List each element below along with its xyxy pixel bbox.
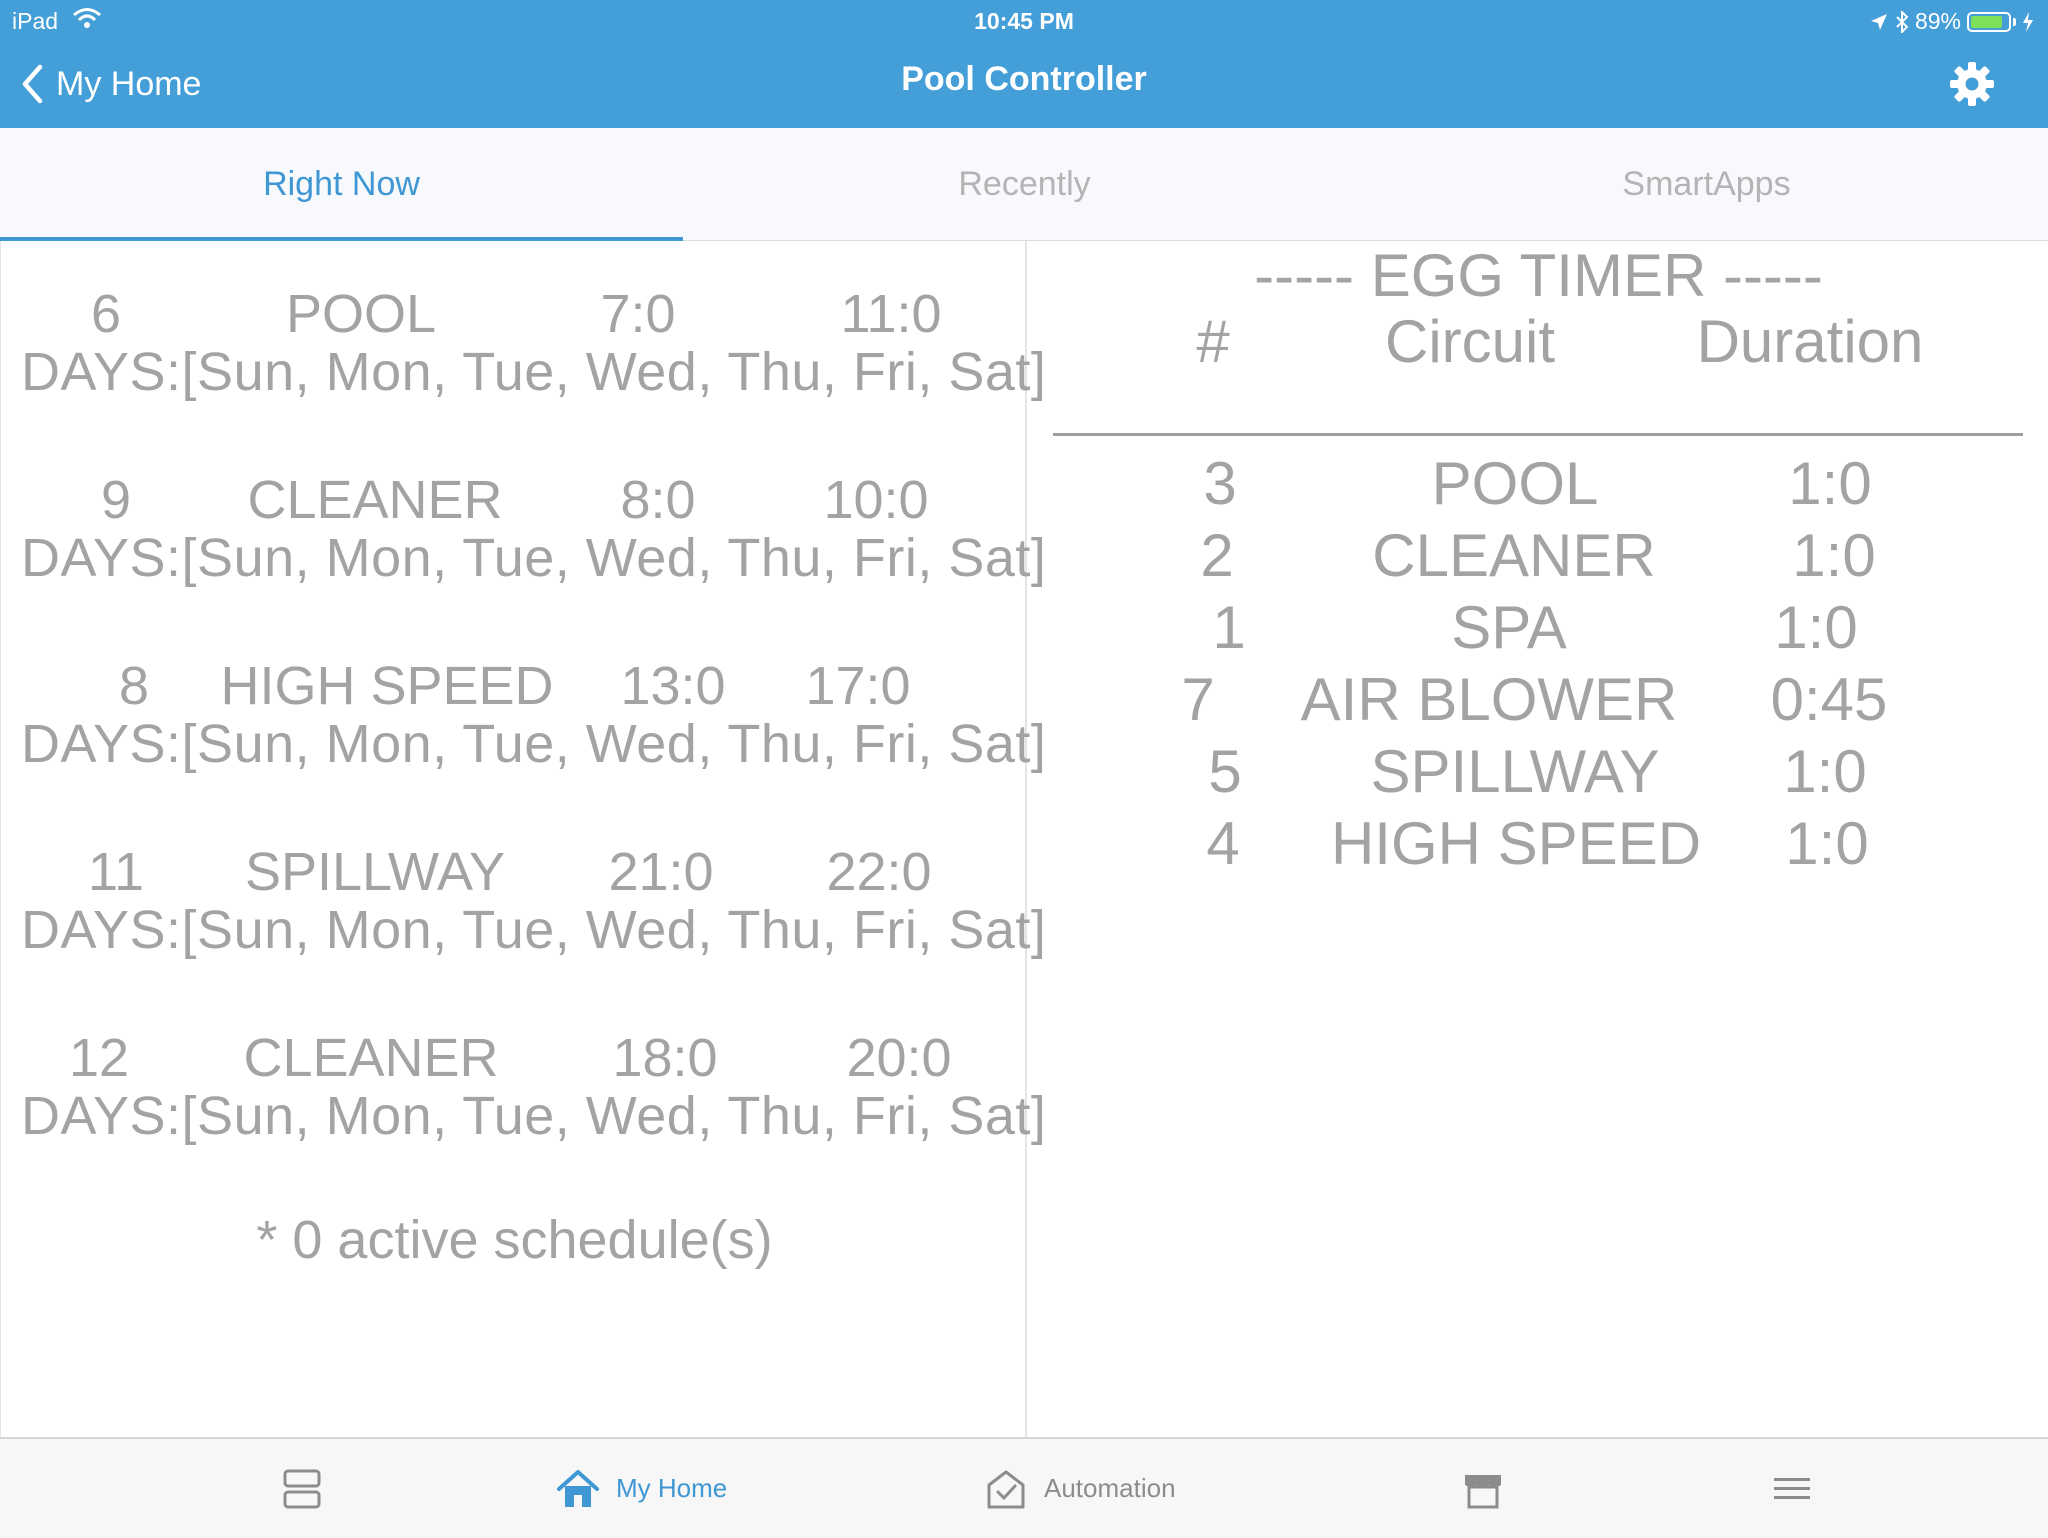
schedule-days: DAYS:[Sun, Mon, Tue, Wed, Thu, Fri, Sat] [21, 714, 1047, 774]
egg-timer-duration: 0:45 [1770, 666, 1888, 733]
schedule-end: 10:0 [823, 470, 929, 530]
schedule-entry: 8 HIGH SPEED 13:0 17:0 DAYS:[Sun, Mon, T… [1, 655, 1046, 774]
egg-timer-circuit: CLEANER [1372, 522, 1656, 589]
bottom-tab-bar: My Home Automation [0, 1437, 2048, 1538]
egg-timer-row: 2 CLEANER 1:0 [1029, 521, 2048, 593]
egg-timer-num: 1 [1212, 594, 1246, 661]
egg-timer-circuit: SPILLWAY [1370, 738, 1660, 805]
schedule-days: DAYS:[Sun, Mon, Tue, Wed, Thu, Fri, Sat] [21, 900, 1047, 960]
schedule-days: DAYS:[Sun, Mon, Tue, Wed, Thu, Fri, Sat] [21, 342, 1047, 402]
schedule-id: 8 [118, 656, 150, 716]
schedules-tile[interactable]: 6 POOL 7:0 11:0 DAYS:[Sun, Mon, Tue, Wed… [0, 241, 1046, 1437]
bottom-tab-automation[interactable]: Automation [984, 1439, 1176, 1538]
egg-timer-header-circuit: Circuit [1384, 308, 1556, 375]
navigation-bar: iPad 10:45 PM 89% My Home Pool Controlle… [0, 0, 2048, 128]
tab-recently[interactable]: Recently [683, 128, 1366, 240]
location-arrow-icon [1870, 13, 1887, 30]
schedule-start: 13:0 [620, 656, 726, 716]
page-title: Pool Controller [901, 60, 1147, 98]
battery-level-fill [1971, 15, 2002, 28]
egg-timer-divider [1053, 433, 2023, 436]
schedule-circuit: SPILLWAY [244, 842, 506, 902]
egg-timer-circuit: HIGH SPEED [1330, 810, 1702, 877]
egg-timer-row: 3 POOL 1:0 [1029, 449, 2048, 521]
battery-tip [2013, 17, 2016, 26]
bluetooth-icon [1896, 10, 1909, 33]
schedule-entry: 12 CLEANER 18:0 20:0 DAYS:[Sun, Mon, Tue… [1, 1027, 1046, 1146]
schedule-days: DAYS:[Sun, Mon, Tue, Wed, Thu, Fri, Sat] [21, 528, 1047, 588]
schedule-start: 18:0 [612, 1028, 718, 1088]
segment-tabs: Right Now Recently SmartApps [0, 128, 2048, 241]
egg-timer-row: 7 AIR BLOWER 0:45 [1029, 665, 2048, 737]
schedule-end: 11:0 [840, 284, 942, 344]
schedule-end: 17:0 [805, 656, 911, 716]
egg-timer-num: 7 [1181, 666, 1215, 733]
schedule-days: DAYS:[Sun, Mon, Tue, Wed, Thu, Fri, Sat] [21, 1086, 1047, 1146]
egg-timer-num: 5 [1208, 738, 1242, 805]
schedule-end: 22:0 [826, 842, 932, 902]
bottom-tab-menu[interactable] [1770, 1439, 1814, 1538]
schedule-entry: 9 CLEANER 8:0 10:0 DAYS:[Sun, Mon, Tue, … [1, 469, 1046, 588]
battery-percent: 89% [1914, 8, 1961, 34]
egg-timer-num: 4 [1206, 810, 1240, 877]
charging-bolt-icon [2023, 11, 2033, 32]
schedule-end: 20:0 [846, 1028, 952, 1088]
egg-timer-duration: 1:0 [1788, 450, 1872, 517]
schedule-circuit: HIGH SPEED [220, 656, 554, 716]
egg-timer-circuit: POOL [1431, 450, 1599, 517]
egg-timer-header-duration: Duration [1696, 308, 1924, 375]
menu-icon [1774, 1477, 1810, 1499]
status-time: 10:45 PM [974, 8, 1074, 34]
bottom-tab-marketplace[interactable] [1461, 1439, 1505, 1538]
schedule-start: 7:0 [600, 284, 676, 344]
marketplace-icon [1465, 1474, 1501, 1508]
egg-timer-num: 2 [1200, 522, 1234, 589]
egg-timer-row: 4 HIGH SPEED 1:0 [1029, 809, 2048, 881]
egg-timer-duration: 1:0 [1792, 522, 1876, 589]
schedule-entry: 6 POOL 7:0 11:0 DAYS:[Sun, Mon, Tue, Wed… [1, 283, 1046, 402]
schedule-circuit: CLEANER [247, 470, 503, 530]
egg-timer-circuit: AIR BLOWER [1300, 666, 1678, 733]
egg-timer-num: 3 [1203, 450, 1237, 517]
status-right-group: 89% [1869, 8, 2034, 35]
automation-icon [987, 1470, 1025, 1508]
dashboard-icon [283, 1469, 321, 1508]
tab-right-now[interactable]: Right Now [0, 128, 683, 240]
bottom-tab-my-home[interactable]: My Home [556, 1439, 727, 1538]
egg-timer-header-num: # [1196, 308, 1230, 375]
schedule-start: 8:0 [620, 470, 696, 530]
egg-timer-duration: 1:0 [1785, 810, 1869, 877]
schedule-circuit: CLEANER [243, 1028, 499, 1088]
home-icon [557, 1469, 599, 1507]
schedule-id: 12 [68, 1028, 130, 1088]
schedule-circuit: POOL [285, 284, 437, 344]
tab-smartapps[interactable]: SmartApps [1365, 128, 2048, 240]
schedule-id: 6 [90, 284, 122, 344]
schedule-id: 9 [100, 470, 132, 530]
bottom-tab-label: My Home [616, 1473, 728, 1503]
gear-icon[interactable] [1948, 60, 1996, 108]
active-schedules-note: * 0 active schedule(s) [256, 1210, 773, 1270]
egg-timer-row: 5 SPILLWAY 1:0 [1029, 737, 2048, 809]
egg-timer-circuit: SPA [1451, 594, 1567, 661]
egg-timer-duration: 1:0 [1783, 738, 1867, 805]
egg-timer-row: 1 SPA 1:0 [1029, 593, 2048, 665]
bottom-tab-label: Automation [1044, 1473, 1176, 1503]
egg-timer-duration: 1:0 [1774, 594, 1858, 661]
schedule-entry: 11 SPILLWAY 21:0 22:0 DAYS:[Sun, Mon, Tu… [1, 841, 1046, 960]
bottom-tab-dashboard[interactable] [280, 1439, 324, 1538]
egg-timer-tile[interactable]: ----- EGG TIMER ----- # Circuit Duration… [1029, 241, 2048, 1437]
content-area: 6 POOL 7:0 11:0 DAYS:[Sun, Mon, Tue, Wed… [0, 241, 2048, 1437]
schedule-id: 11 [87, 842, 145, 902]
schedule-start: 21:0 [608, 842, 714, 902]
egg-timer-title: ----- EGG TIMER ----- [1254, 242, 1823, 309]
battery-icon [1967, 11, 2011, 32]
